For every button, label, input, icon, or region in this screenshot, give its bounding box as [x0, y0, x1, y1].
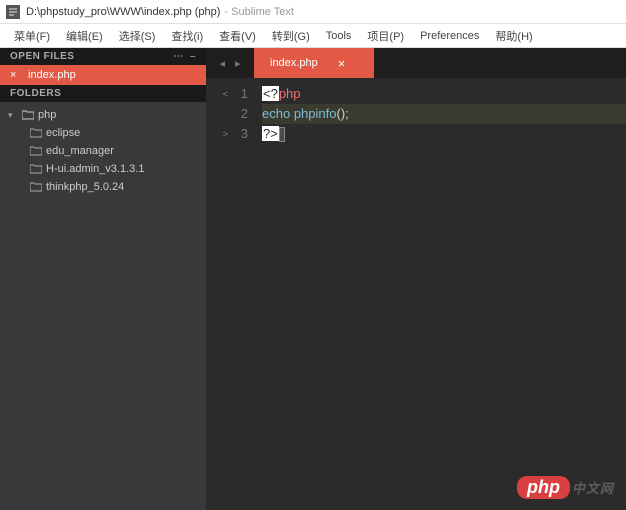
folders-header: FOLDERS: [0, 85, 206, 102]
main-area: OPEN FILES ⋯ – × index.php FOLDERS ▾ php…: [0, 48, 626, 510]
open-file-name: index.php: [28, 69, 76, 81]
tab-prev-icon[interactable]: ◂: [219, 57, 225, 70]
action-icon[interactable]: ⋯: [173, 51, 184, 62]
folder-icon: [30, 182, 42, 192]
open-file-item[interactable]: × index.php: [0, 65, 206, 85]
code-line[interactable]: ?>: [262, 124, 626, 144]
line-number: 1: [234, 84, 248, 104]
menubar: 菜单(F) 编辑(E) 选择(S) 查找(i) 查看(V) 转到(G) Tool…: [0, 24, 626, 48]
folder-icon: [30, 146, 42, 156]
tree-item[interactable]: edu_manager: [0, 142, 206, 160]
tree-item-label: thinkphp_5.0.24: [46, 181, 124, 193]
menu-preferences[interactable]: Preferences: [414, 28, 485, 44]
window-title-app: - Sublime Text: [224, 6, 294, 18]
line-number: 3: [234, 124, 248, 144]
tree-item[interactable]: thinkphp_5.0.24: [0, 178, 206, 196]
folder-icon: [30, 128, 42, 138]
code-content[interactable]: <?phpecho phpinfo();?>: [254, 78, 626, 510]
gutter: < 1 2 > 3: [206, 78, 254, 510]
close-icon[interactable]: ×: [10, 69, 22, 81]
tree-item-label: H-ui.admin_v3.1.3.1: [46, 163, 144, 175]
menu-select[interactable]: 选择(S): [113, 26, 162, 46]
text-cursor: [279, 127, 285, 142]
fold-marker-icon[interactable]: >: [220, 124, 228, 144]
close-icon[interactable]: ×: [338, 56, 346, 71]
folder-tree: ▾ php eclipse edu_manager H-ui.admin_v3.…: [0, 102, 206, 200]
open-files-label: OPEN FILES: [10, 51, 74, 62]
code-area[interactable]: < 1 2 > 3 <?phpecho phpinfo();?>: [206, 78, 626, 510]
watermark-text: 中文网: [572, 481, 614, 496]
line-number: 2: [234, 104, 248, 124]
tree-root[interactable]: ▾ php: [0, 106, 206, 124]
tree-item-label: edu_manager: [46, 145, 114, 157]
tab-label: index.php: [270, 57, 318, 69]
folder-open-icon: [22, 110, 34, 120]
menu-goto[interactable]: 转到(G): [266, 26, 316, 46]
watermark-pill: php: [517, 476, 570, 499]
tab-active[interactable]: index.php ×: [254, 48, 374, 78]
code-line[interactable]: echo phpinfo();: [262, 104, 626, 124]
gutter-line: 2: [206, 104, 248, 124]
menu-view[interactable]: 查看(V): [213, 26, 262, 46]
folder-icon: [30, 164, 42, 174]
menu-file[interactable]: 菜单(F): [8, 26, 56, 46]
code-line[interactable]: <?php: [262, 84, 626, 104]
tree-item[interactable]: H-ui.admin_v3.1.3.1: [0, 160, 206, 178]
gutter-line: < 1: [206, 84, 248, 104]
tree-root-label: php: [38, 109, 56, 121]
tab-next-icon[interactable]: ▸: [235, 57, 241, 70]
tab-bar: ◂ ▸ index.php ×: [206, 48, 626, 78]
menu-find[interactable]: 查找(i): [165, 26, 209, 46]
action-icon[interactable]: –: [190, 51, 196, 62]
menu-help[interactable]: 帮助(H): [489, 26, 538, 46]
menu-tools[interactable]: Tools: [320, 28, 358, 44]
tab-nav: ◂ ▸: [206, 48, 254, 78]
gutter-line: > 3: [206, 124, 248, 144]
menu-edit[interactable]: 编辑(E): [60, 26, 109, 46]
fold-marker-icon[interactable]: <: [220, 84, 228, 104]
editor-area: ◂ ▸ index.php × < 1 2 > 3: [206, 48, 626, 510]
open-files-actions: ⋯ –: [173, 51, 196, 62]
menu-project[interactable]: 项目(P): [361, 26, 410, 46]
window-title-path: D:\phpstudy_pro\WWW\index.php (php): [26, 6, 220, 18]
app-icon: [6, 5, 20, 19]
tree-item[interactable]: eclipse: [0, 124, 206, 142]
titlebar: D:\phpstudy_pro\WWW\index.php (php) - Su…: [0, 0, 626, 24]
tree-item-label: eclipse: [46, 127, 80, 139]
watermark: php中文网: [517, 477, 614, 498]
chevron-down-icon[interactable]: ▾: [8, 110, 18, 121]
folders-label: FOLDERS: [10, 88, 61, 99]
open-files-header: OPEN FILES ⋯ –: [0, 48, 206, 65]
sidebar: OPEN FILES ⋯ – × index.php FOLDERS ▾ php…: [0, 48, 206, 510]
